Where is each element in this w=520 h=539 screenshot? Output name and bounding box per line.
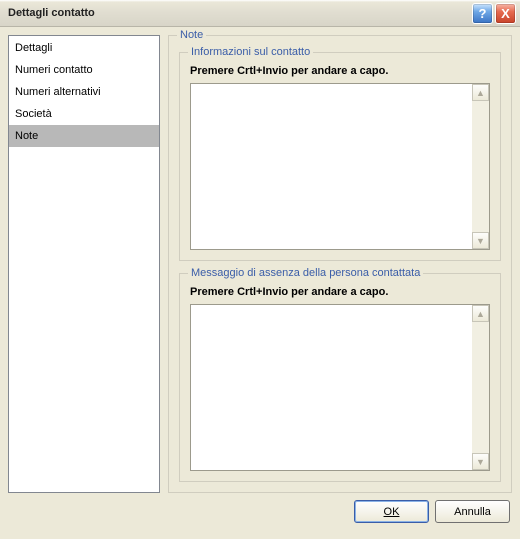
contact-info-textarea-wrap: ▲ ▼ [190,83,490,250]
sidebar-item-label: Numeri alternativi [15,86,101,98]
scroll-down-button[interactable]: ▼ [472,232,489,249]
contact-info-groupbox: Informazioni sul contatto Premere Crtl+I… [179,52,501,261]
note-groupbox: Note Informazioni sul contatto Premere C… [168,35,512,493]
absence-msg-textarea[interactable] [191,305,472,470]
contact-info-hint: Premere Crtl+Invio per andare a capo. [190,65,490,77]
cancel-label: Annulla [454,506,491,518]
chevron-down-icon: ▼ [476,457,485,467]
sidebar-item-dettagli[interactable]: Dettagli [9,37,159,59]
note-legend: Note [177,29,206,41]
chevron-down-icon: ▼ [476,236,485,246]
close-button[interactable]: X [495,3,516,24]
sidebar-item-note[interactable]: Note [9,125,159,147]
ok-label: OK [384,506,400,518]
absence-msg-groupbox: Messaggio di assenza della persona conta… [179,273,501,482]
titlebar-buttons: ? X [472,3,516,24]
absence-msg-legend: Messaggio di assenza della persona conta… [188,267,423,279]
ok-button[interactable]: OK [354,500,429,523]
chevron-up-icon: ▲ [476,88,485,98]
contact-info-textarea[interactable] [191,84,472,249]
window-title: Dettagli contatto [8,7,472,19]
contact-info-legend: Informazioni sul contatto [188,46,313,58]
columns: Dettagli Numeri contatto Numeri alternat… [8,35,512,493]
scroll-up-button[interactable]: ▲ [472,84,489,101]
sidebar-item-numeri-contatto[interactable]: Numeri contatto [9,59,159,81]
cancel-button[interactable]: Annulla [435,500,510,523]
main-panel: Note Informazioni sul contatto Premere C… [168,35,512,493]
sidebar-item-label: Dettagli [15,42,52,54]
sidebar-item-numeri-alternativi[interactable]: Numeri alternativi [9,81,159,103]
scroll-up-button[interactable]: ▲ [472,305,489,322]
dialog-button-row: OK Annulla [8,493,512,523]
scrollbar: ▲ ▼ [472,84,489,249]
sidebar-item-societa[interactable]: Società [9,103,159,125]
absence-msg-hint: Premere Crtl+Invio per andare a capo. [190,286,490,298]
sidebar: Dettagli Numeri contatto Numeri alternat… [8,35,160,493]
help-icon: ? [479,6,487,21]
chevron-up-icon: ▲ [476,309,485,319]
scrollbar: ▲ ▼ [472,305,489,470]
help-button[interactable]: ? [472,3,493,24]
absence-msg-textarea-wrap: ▲ ▼ [190,304,490,471]
sidebar-item-label: Numeri contatto [15,64,93,76]
titlebar: Dettagli contatto ? X [0,0,520,27]
scroll-down-button[interactable]: ▼ [472,453,489,470]
window-body: Dettagli Numeri contatto Numeri alternat… [0,27,520,529]
close-icon: X [501,6,510,21]
inner-stack: Informazioni sul contatto Premere Crtl+I… [179,52,501,482]
sidebar-item-label: Società [15,108,52,120]
sidebar-item-label: Note [15,130,38,142]
